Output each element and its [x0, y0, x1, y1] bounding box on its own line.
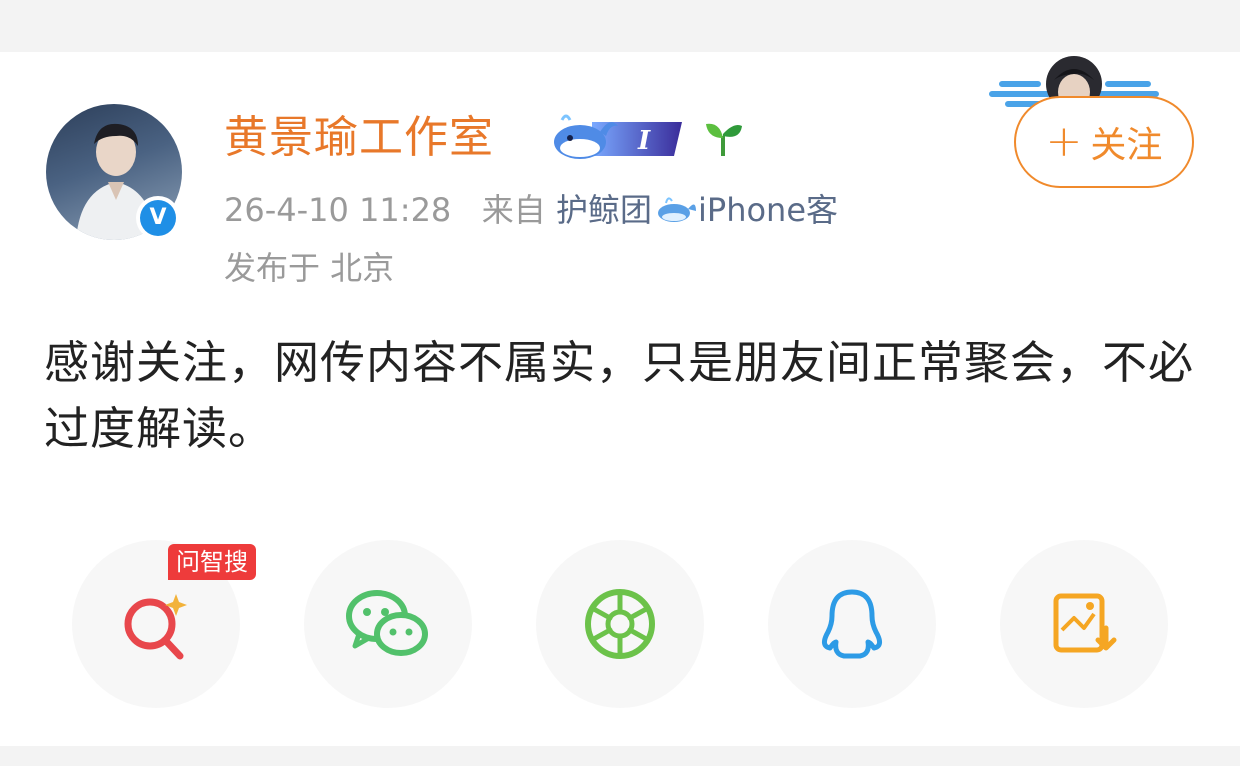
meta-fade: [895, 186, 975, 234]
ai-search-icon: [124, 594, 187, 660]
badge-level-text: I: [637, 126, 651, 156]
whale-icon: [658, 197, 696, 222]
wechat-share-button[interactable]: [304, 540, 472, 708]
verified-icon: V: [140, 200, 176, 236]
post-meta: 26-4-10 11:28 来自 护鲸团 iPhone客: [224, 188, 838, 232]
search-tag: 问智搜: [168, 544, 256, 580]
save-image-button[interactable]: [1000, 540, 1168, 708]
verified-badge: V: [136, 196, 180, 240]
bottom-divider: [0, 746, 1240, 766]
source-prefix: 来自: [481, 191, 546, 229]
whale-fan-badge-icon: I: [554, 114, 682, 159]
source-device: iPhone客: [698, 191, 839, 229]
wechat-icon: [346, 590, 428, 656]
follow-label: 关注: [1090, 125, 1163, 166]
post-source[interactable]: 护鲸团 iPhone客: [556, 191, 838, 229]
moments-icon: [585, 589, 655, 659]
plus-icon: +: [1045, 116, 1083, 167]
follow-button[interactable]: + 关注: [1014, 96, 1194, 188]
post-content: 感谢关注，网传内容不属实，只是朋友间正常聚会，不必过度解读。: [44, 336, 1195, 455]
qq-share-button[interactable]: [768, 540, 936, 708]
moments-share-button[interactable]: [536, 540, 704, 708]
sprout-icon: [706, 123, 742, 156]
qq-icon: [822, 589, 882, 659]
source-name: 护鲸团: [555, 191, 652, 229]
post-location: 发布于 北京: [224, 249, 395, 287]
author-name[interactable]: 黄景瑜工作室: [224, 110, 494, 166]
post-time: 26-4-10 11:28: [224, 191, 452, 229]
save-image-icon: [1053, 593, 1117, 653]
